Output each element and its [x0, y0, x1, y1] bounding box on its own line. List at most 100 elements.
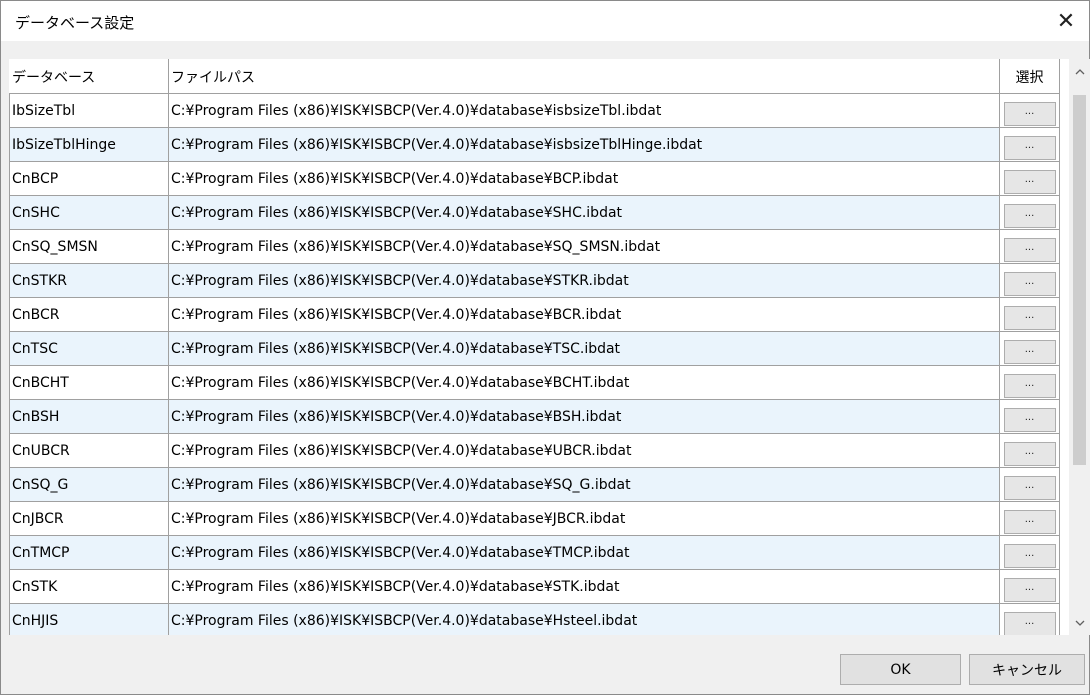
select-cell: ... [999, 603, 1060, 635]
scroll-up-button[interactable] [1069, 61, 1090, 81]
select-cell: ... [999, 501, 1060, 536]
select-cell: ... [999, 229, 1060, 264]
database-name-cell[interactable]: CnUBCR [9, 433, 169, 468]
database-settings-dialog: データベース設定 ✕ データベース ファイルパス 選択 IbSizeTbl C:¥… [0, 0, 1090, 695]
browse-file-button[interactable]: ... [1003, 271, 1056, 296]
dialog-title: データベース設定 [15, 14, 135, 32]
database-name-cell[interactable]: CnBCHT [9, 365, 169, 400]
select-cell: ... [999, 467, 1060, 502]
file-path-cell[interactable]: C:¥Program Files (x86)¥ISK¥ISBCP(Ver.4.0… [168, 569, 1000, 604]
browse-file-button[interactable]: ... [1003, 169, 1056, 194]
select-cell: ... [999, 399, 1060, 434]
vertical-scrollbar[interactable] [1069, 59, 1090, 635]
table-row[interactable]: CnHJIS C:¥Program Files (x86)¥ISK¥ISBCP(V… [9, 603, 1060, 635]
select-cell: ... [999, 535, 1060, 570]
database-name-cell[interactable]: CnHJIS [9, 603, 169, 635]
table-row[interactable]: CnSHC C:¥Program Files (x86)¥ISK¥ISBCP(Ve… [9, 195, 1060, 230]
file-path-cell[interactable]: C:¥Program Files (x86)¥ISK¥ISBCP(Ver.4.0… [168, 433, 1000, 468]
table-row[interactable]: CnTSC C:¥Program Files (x86)¥ISK¥ISBCP(Ve… [9, 331, 1060, 366]
column-header-database[interactable]: データベース [9, 59, 169, 94]
browse-file-button[interactable]: ... [1003, 611, 1056, 635]
browse-file-button[interactable]: ... [1003, 475, 1056, 500]
database-name-cell[interactable]: CnBCP [9, 161, 169, 196]
file-path-cell[interactable]: C:¥Program Files (x86)¥ISK¥ISBCP(Ver.4.0… [168, 331, 1000, 366]
select-cell: ... [999, 365, 1060, 400]
select-cell: ... [999, 93, 1060, 128]
browse-file-button[interactable]: ... [1003, 135, 1056, 160]
select-cell: ... [999, 331, 1060, 366]
database-name-cell[interactable]: CnSTKR [9, 263, 169, 298]
file-path-cell[interactable]: C:¥Program Files (x86)¥ISK¥ISBCP(Ver.4.0… [168, 195, 1000, 230]
scrollbar-thumb[interactable] [1073, 95, 1086, 465]
file-path-cell[interactable]: C:¥Program Files (x86)¥ISK¥ISBCP(Ver.4.0… [168, 603, 1000, 635]
database-grid[interactable]: データベース ファイルパス 選択 IbSizeTbl C:¥Program Fil… [9, 59, 1090, 635]
table-row[interactable]: CnSTKR C:¥Program Files (x86)¥ISK¥ISBCP(V… [9, 263, 1060, 298]
file-path-cell[interactable]: C:¥Program Files (x86)¥ISK¥ISBCP(Ver.4.0… [168, 127, 1000, 162]
database-name-cell[interactable]: CnSQ_G [9, 467, 169, 502]
column-header-select[interactable]: 選択 [999, 59, 1060, 94]
table-row[interactable]: CnBCR C:¥Program Files (x86)¥ISK¥ISBCP(Ve… [9, 297, 1060, 332]
table-row[interactable]: CnSTK C:¥Program Files (x86)¥ISK¥ISBCP(Ve… [9, 569, 1060, 604]
close-button[interactable]: ✕ [1043, 1, 1089, 41]
browse-file-button[interactable]: ... [1003, 509, 1056, 534]
database-name-cell[interactable]: CnTMCP [9, 535, 169, 570]
table-header-row: データベース ファイルパス 選択 [9, 59, 1060, 94]
file-path-cell[interactable]: C:¥Program Files (x86)¥ISK¥ISBCP(Ver.4.0… [168, 161, 1000, 196]
select-cell: ... [999, 569, 1060, 604]
browse-file-button[interactable]: ... [1003, 543, 1056, 568]
table-row[interactable]: CnBCP C:¥Program Files (x86)¥ISK¥ISBCP(Ve… [9, 161, 1060, 196]
database-name-cell[interactable]: CnJBCR [9, 501, 169, 536]
chevron-up-icon [1075, 64, 1085, 78]
table-row[interactable]: CnSQ_SMSN C:¥Program Files (x86)¥ISK¥ISBC… [9, 229, 1060, 264]
browse-file-button[interactable]: ... [1003, 407, 1056, 432]
select-cell: ... [999, 127, 1060, 162]
database-name-cell[interactable]: CnBCR [9, 297, 169, 332]
select-cell: ... [999, 195, 1060, 230]
browse-file-button[interactable]: ... [1003, 577, 1056, 602]
database-name-cell[interactable]: IbSizeTbl [9, 93, 169, 128]
file-path-cell[interactable]: C:¥Program Files (x86)¥ISK¥ISBCP(Ver.4.0… [168, 297, 1000, 332]
database-name-cell[interactable]: CnSQ_SMSN [9, 229, 169, 264]
database-name-cell[interactable]: CnTSC [9, 331, 169, 366]
chevron-down-icon [1075, 616, 1085, 630]
select-cell: ... [999, 263, 1060, 298]
database-name-cell[interactable]: IbSizeTblHinge [9, 127, 169, 162]
select-cell: ... [999, 297, 1060, 332]
browse-file-button[interactable]: ... [1003, 203, 1056, 228]
database-name-cell[interactable]: CnSHC [9, 195, 169, 230]
table-row[interactable]: CnBCHT C:¥Program Files (x86)¥ISK¥ISBCP(V… [9, 365, 1060, 400]
file-path-cell[interactable]: C:¥Program Files (x86)¥ISK¥ISBCP(Ver.4.0… [168, 399, 1000, 434]
table-row[interactable]: CnTMCP C:¥Program Files (x86)¥ISK¥ISBCP(V… [9, 535, 1060, 570]
table-row[interactable]: IbSizeTbl C:¥Program Files (x86)¥ISK¥ISBC… [9, 93, 1060, 128]
table-body: IbSizeTbl C:¥Program Files (x86)¥ISK¥ISBC… [9, 93, 1060, 635]
title-bar: データベース設定 ✕ [1, 1, 1089, 41]
browse-file-button[interactable]: ... [1003, 305, 1056, 330]
file-path-cell[interactable]: C:¥Program Files (x86)¥ISK¥ISBCP(Ver.4.0… [168, 229, 1000, 264]
column-header-file-path[interactable]: ファイルパス [168, 59, 1000, 94]
table-row[interactable]: IbSizeTblHinge C:¥Program Files (x86)¥ISK… [9, 127, 1060, 162]
scroll-down-button[interactable] [1069, 613, 1090, 633]
browse-file-button[interactable]: ... [1003, 101, 1056, 126]
select-cell: ... [999, 433, 1060, 468]
browse-file-button[interactable]: ... [1003, 339, 1056, 364]
file-path-cell[interactable]: C:¥Program Files (x86)¥ISK¥ISBCP(Ver.4.0… [168, 535, 1000, 570]
table-row[interactable]: CnJBCR C:¥Program Files (x86)¥ISK¥ISBCP(V… [9, 501, 1060, 536]
browse-file-button[interactable]: ... [1003, 237, 1056, 262]
file-path-cell[interactable]: C:¥Program Files (x86)¥ISK¥ISBCP(Ver.4.0… [168, 93, 1000, 128]
browse-file-button[interactable]: ... [1003, 373, 1056, 398]
ok-button[interactable]: OK [840, 654, 961, 685]
database-name-cell[interactable]: CnBSH [9, 399, 169, 434]
database-table: データベース ファイルパス 選択 IbSizeTbl C:¥Program Fil… [9, 59, 1060, 635]
file-path-cell[interactable]: C:¥Program Files (x86)¥ISK¥ISBCP(Ver.4.0… [168, 365, 1000, 400]
table-row[interactable]: CnUBCR C:¥Program Files (x86)¥ISK¥ISBCP(V… [9, 433, 1060, 468]
cancel-button[interactable]: キャンセル [969, 654, 1085, 685]
browse-file-button[interactable]: ... [1003, 441, 1056, 466]
file-path-cell[interactable]: C:¥Program Files (x86)¥ISK¥ISBCP(Ver.4.0… [168, 467, 1000, 502]
table-row[interactable]: CnSQ_G C:¥Program Files (x86)¥ISK¥ISBCP(V… [9, 467, 1060, 502]
select-cell: ... [999, 161, 1060, 196]
file-path-cell[interactable]: C:¥Program Files (x86)¥ISK¥ISBCP(Ver.4.0… [168, 501, 1000, 536]
table-row[interactable]: CnBSH C:¥Program Files (x86)¥ISK¥ISBCP(Ve… [9, 399, 1060, 434]
database-name-cell[interactable]: CnSTK [9, 569, 169, 604]
file-path-cell[interactable]: C:¥Program Files (x86)¥ISK¥ISBCP(Ver.4.0… [168, 263, 1000, 298]
close-icon: ✕ [1056, 8, 1076, 34]
